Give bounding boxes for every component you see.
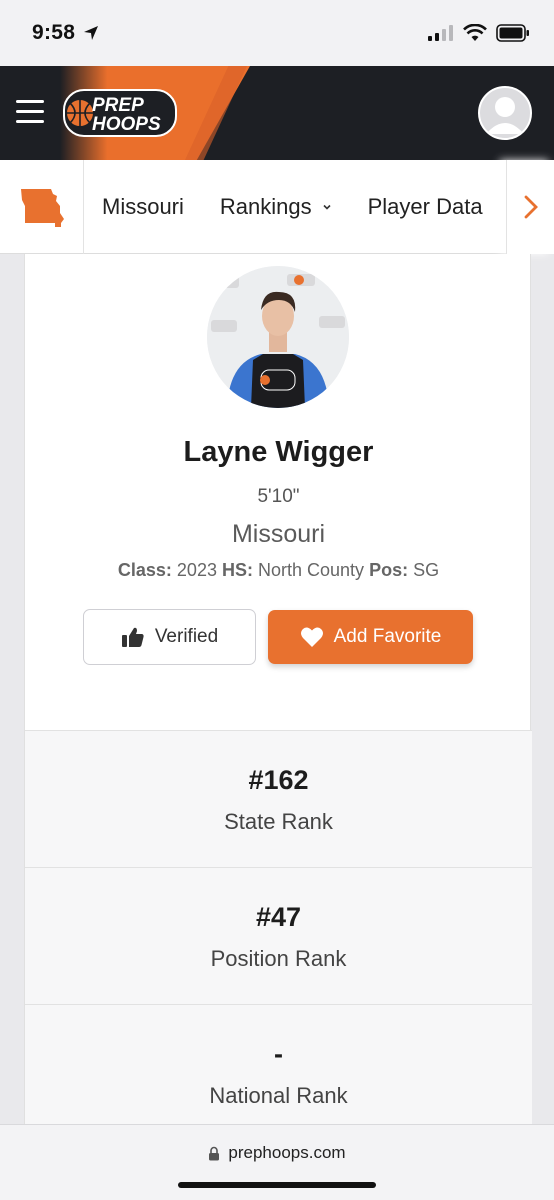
wifi-icon (463, 24, 487, 41)
subnav-item-missouri[interactable]: Missouri (84, 194, 202, 220)
position-rank-value: #47 (255, 902, 302, 932)
hs-label: HS: (221, 560, 253, 580)
subnav-item-player-data[interactable]: Player Data (350, 194, 501, 220)
chevron-right-icon (524, 195, 538, 219)
national-rank-value: - (274, 1039, 283, 1069)
battery-icon (496, 24, 529, 42)
player-photo (207, 266, 349, 408)
hs-value: North County (258, 560, 365, 580)
prep-hoops-logo[interactable]: PREP HOOPS (62, 86, 180, 140)
state-rank-label: State Rank (224, 809, 333, 834)
svg-text:HOOPS: HOOPS (92, 114, 161, 135)
status-bar: 9:58 (0, 0, 554, 66)
player-name: Layne Wigger (183, 436, 374, 468)
subnav-player-data-label: Player Data (367, 193, 483, 219)
player-profile-card: Layne Wigger 5'10" Missouri Class: 2023 … (24, 254, 532, 1124)
user-avatar-button[interactable] (478, 86, 532, 140)
position-rank-block: #47 Position Rank (25, 867, 532, 1004)
state-rank-value: #162 (248, 765, 309, 795)
home-indicator[interactable] (178, 1182, 376, 1188)
url-text: prephoops.com (228, 1143, 346, 1162)
player-state: Missouri (231, 520, 326, 548)
cellular-signal-icon (428, 25, 453, 41)
pos-label: Pos: (369, 560, 409, 580)
national-rank-label: National Rank (209, 1083, 348, 1108)
address-bar[interactable]: prephoops.com (0, 1143, 554, 1163)
add-favorite-button[interactable]: Add Favorite (268, 610, 473, 664)
subnav-rankings-label: Rankings (219, 193, 312, 219)
verified-label: Verified (154, 626, 219, 647)
thumbs-up-icon (121, 627, 144, 647)
sub-navigation: Missouri Rankings Player Data (0, 159, 554, 254)
svg-text:PREP: PREP (92, 95, 144, 116)
top-navigation-bar: PREP HOOPS (0, 66, 554, 160)
player-height: 5'10" (257, 486, 300, 507)
status-indicators (428, 24, 530, 42)
status-time: 9:58 (32, 21, 76, 44)
position-rank-label: Position Rank (210, 946, 347, 971)
pos-value: SG (413, 560, 440, 580)
subnav-missouri-label: Missouri (102, 193, 184, 219)
state-shape-icon-button[interactable] (0, 159, 84, 254)
verified-button[interactable]: Verified (83, 609, 256, 665)
state-rank-block: #162 State Rank (25, 730, 532, 867)
browser-bottom-bar: prephoops.com (0, 1124, 554, 1200)
heart-icon (300, 627, 323, 647)
add-favorite-label: Add Favorite (333, 626, 442, 647)
chevron-down-icon (323, 204, 331, 210)
location-arrow-icon (84, 26, 99, 40)
user-avatar-icon (486, 97, 524, 134)
menu-icon[interactable] (16, 100, 44, 124)
missouri-state-icon (20, 188, 64, 227)
lock-icon (209, 1146, 220, 1160)
class-value: 2023 (176, 560, 217, 580)
subnav-item-rankings[interactable]: Rankings (202, 194, 350, 220)
player-meta-line: Class: 2023 HS: North County Pos: SG (25, 560, 532, 581)
subnav-scroll-right-button[interactable] (506, 160, 554, 254)
national-rank-block: - National Rank (25, 1004, 532, 1124)
class-label: Class: (117, 560, 172, 580)
